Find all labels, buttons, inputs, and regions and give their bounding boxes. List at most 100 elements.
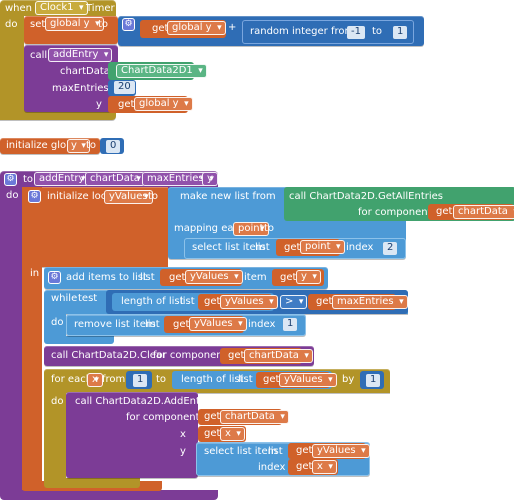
get-label: get	[152, 23, 169, 34]
y-param-label: y	[96, 99, 102, 110]
from-label: from	[102, 374, 126, 385]
get-all-entries-label: call ChartData2D.GetAllEntries	[289, 191, 444, 202]
param-maxentries[interactable]: maxEntries	[142, 172, 209, 186]
get-yvalues-dropdown[interactable]: yValues	[220, 295, 278, 309]
get-label: get	[204, 296, 221, 307]
component-dropdown[interactable]: Clock1	[35, 1, 88, 15]
param-y[interactable]: y	[202, 172, 218, 186]
compare-operator-dropdown[interactable]: >	[280, 295, 308, 309]
list-label: list	[180, 296, 195, 307]
get-variable-dropdown[interactable]: global y	[167, 21, 226, 35]
get-x-dropdown[interactable]: x	[220, 427, 245, 441]
maxentries-number[interactable]: 20	[114, 81, 135, 94]
plus-operator: +	[228, 22, 237, 33]
local-gear-icon[interactable]: ⚙	[28, 190, 41, 203]
get-chartdata-dropdown[interactable]: chartData	[244, 349, 313, 363]
get-label: get	[436, 206, 453, 217]
for-component-label: for component	[358, 207, 432, 218]
get-label: get	[284, 242, 301, 253]
item-label: item	[244, 272, 267, 283]
test-label: test	[78, 293, 98, 304]
procedure-spine	[0, 189, 22, 492]
index-label: index	[248, 319, 276, 330]
get-label: get	[204, 411, 221, 422]
for-component-label: for component	[153, 350, 227, 361]
random-from-number[interactable]: -1	[347, 26, 365, 39]
while-foot	[44, 336, 114, 344]
set-variable-dropdown[interactable]: global y	[45, 17, 104, 31]
get-yvalues-dropdown[interactable]: yValues	[312, 444, 370, 458]
get-label: get	[296, 461, 313, 472]
get-label: get	[228, 350, 245, 361]
get-maxentries-dropdown[interactable]: maxEntries	[332, 295, 408, 309]
random-to-number[interactable]: 1	[393, 26, 408, 39]
chartdata-param-label: chartData	[60, 66, 110, 77]
get-label: get	[118, 99, 135, 110]
length-of-list-label: length of list	[121, 296, 184, 307]
maxentries-param-label: maxEntries	[52, 83, 109, 94]
procedure-to-label: to	[23, 174, 34, 185]
get-global-y-dropdown[interactable]: global y	[134, 97, 193, 111]
get-yvalues-dropdown[interactable]: yValues	[279, 373, 337, 387]
chartdata-component-dropdown[interactable]: ChartData2D1	[116, 64, 207, 78]
local-name-field[interactable]: yValues	[104, 190, 153, 204]
get-label: get	[296, 445, 313, 456]
local-to-label: to	[148, 191, 159, 202]
procedure-dropdown[interactable]: addEntry	[48, 48, 113, 62]
list-label: list	[238, 374, 253, 385]
get-yvalues-dropdown[interactable]: yValues	[185, 270, 243, 284]
from-number[interactable]: 1	[133, 374, 148, 387]
get-x-index-dropdown[interactable]: x	[312, 460, 337, 474]
local-spine	[22, 187, 42, 490]
add-items-label: add items to list	[66, 272, 147, 283]
mapping-to-label: to	[264, 223, 275, 234]
make-new-list-label: make new list from	[180, 191, 276, 202]
list-label: list	[145, 319, 160, 330]
get-chartdata-dropdown[interactable]: chartData	[453, 205, 514, 219]
get-label: get	[263, 374, 280, 385]
get-label: get	[169, 272, 186, 283]
list-label: list	[255, 242, 270, 253]
by-label: by	[342, 374, 355, 385]
by-number[interactable]: 1	[366, 374, 381, 387]
when-label: when	[5, 3, 33, 14]
get-y-dropdown[interactable]: y	[296, 270, 321, 284]
get-point-dropdown[interactable]: point	[300, 240, 345, 254]
procedure-gear-icon[interactable]: ⚙	[4, 173, 17, 186]
local-in-label: in	[30, 268, 40, 279]
mutator-gear-icon[interactable]: ⚙	[122, 18, 135, 31]
procedure-name-field[interactable]: addEntry	[34, 172, 90, 186]
get-label: get	[204, 428, 221, 439]
x-arg-label: x	[180, 429, 186, 440]
select-index-number[interactable]: 2	[383, 242, 398, 255]
get-label: get	[280, 272, 297, 283]
set-label: set	[30, 19, 46, 30]
loop-var-field[interactable]: x	[87, 373, 103, 387]
list-label: list	[140, 272, 155, 283]
do-label: do	[5, 19, 18, 30]
init-to-label: to	[86, 140, 97, 151]
get-label: get	[316, 296, 333, 307]
get-yvalues-dropdown[interactable]: yValues	[189, 317, 247, 331]
clear-label: call ChartData2D.Clear	[51, 350, 167, 361]
init-number[interactable]: 0	[106, 140, 121, 153]
to-label: to	[156, 374, 167, 385]
while-do-label: do	[51, 317, 64, 328]
add-entry-label: call ChartData2D.AddEntry	[75, 396, 210, 407]
y-arg-label: y	[180, 446, 186, 457]
procedure-do-label: do	[6, 190, 19, 201]
select-list-item-label: select list item	[204, 446, 278, 457]
for-do-label: do	[51, 396, 64, 407]
remove-index-number[interactable]: 1	[283, 318, 298, 331]
event-name-label: Timer	[86, 3, 115, 14]
while-label: while	[51, 293, 78, 304]
get-chartdata-dropdown[interactable]: chartData	[220, 410, 289, 424]
index-label: index	[258, 462, 286, 473]
param-chartdata[interactable]: chartData	[85, 172, 145, 186]
add-items-gear-icon[interactable]: ⚙	[48, 271, 61, 284]
get-label: get	[173, 319, 190, 330]
procedure-foot	[0, 490, 218, 500]
for-component-label: for component	[126, 412, 200, 423]
length-of-list-label: length of list	[181, 374, 244, 385]
random-to-label: to	[372, 26, 383, 37]
